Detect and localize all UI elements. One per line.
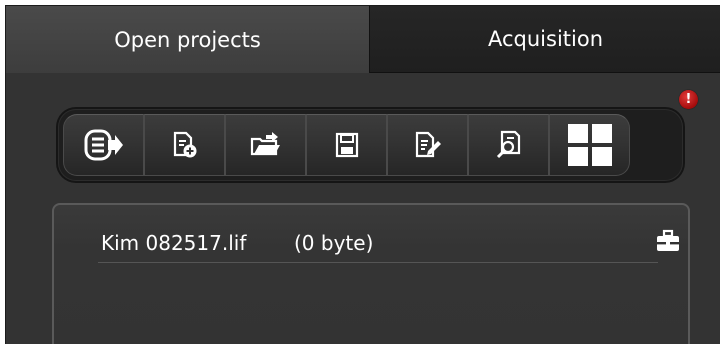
- project-toolbar: [58, 109, 683, 181]
- tab-acquisition[interactable]: Acquisition: [369, 6, 720, 73]
- new-file-icon: [172, 131, 198, 159]
- new-project-button[interactable]: [144, 114, 225, 176]
- open-folder-icon: [250, 132, 282, 158]
- search-document-icon: [495, 130, 523, 160]
- tab-acquisition-label: Acquisition: [487, 27, 604, 51]
- grid-layout-button[interactable]: [549, 114, 630, 176]
- edit-project-button[interactable]: [387, 114, 468, 176]
- list-item[interactable]: Kim 082517.lif (0 byte): [54, 223, 688, 263]
- open-projects-list: Kim 082517.lif (0 byte): [52, 203, 690, 344]
- save-project-button[interactable]: [306, 114, 387, 176]
- tab-bar: Open projects Acquisition: [6, 6, 720, 73]
- notification-badge[interactable]: !: [679, 90, 698, 109]
- export-list-button[interactable]: [63, 114, 144, 176]
- open-project-button[interactable]: [225, 114, 306, 176]
- tab-open-projects[interactable]: Open projects: [6, 6, 369, 73]
- save-icon: [335, 132, 359, 158]
- project-file-name: Kim 082517.lif: [101, 231, 247, 255]
- find-project-button[interactable]: [468, 114, 549, 176]
- project-file-size: (0 byte): [294, 231, 374, 255]
- edit-document-icon: [414, 131, 442, 159]
- grid-layout-icon: [567, 123, 613, 167]
- notification-symbol: !: [685, 92, 692, 107]
- open-projects-window: Open projects Acquisition ! Kim 082517.l…: [5, 5, 720, 344]
- tab-open-projects-label: Open projects: [114, 27, 261, 52]
- list-export-icon: [84, 128, 124, 162]
- row-divider: [98, 262, 658, 263]
- project-menu-button[interactable]: [651, 225, 685, 261]
- briefcase-icon: [655, 229, 681, 257]
